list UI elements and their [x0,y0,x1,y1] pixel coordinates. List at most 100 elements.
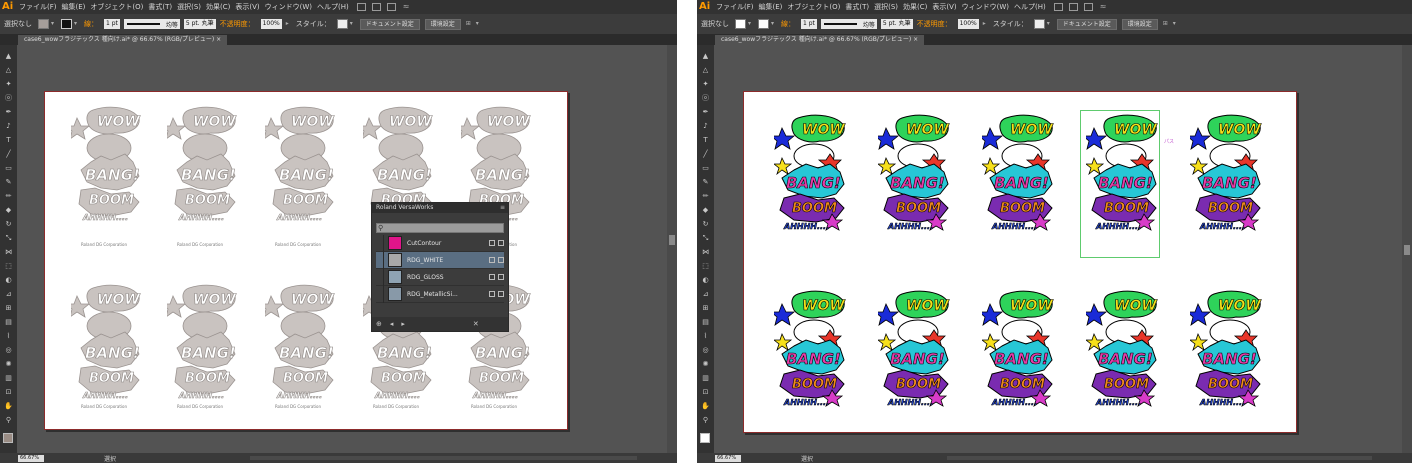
gpu-performance-icon[interactable]: ≈ [1100,3,1112,11]
wow-artwork[interactable] [982,114,1056,234]
menu-file[interactable]: ファイル(F) [19,2,57,12]
opacity-field[interactable]: 100% [957,19,979,29]
paintbrush-tool-icon[interactable]: ✎ [4,179,13,186]
graph-tool-icon[interactable]: ▥ [4,375,13,382]
menu-help[interactable]: ヘルプ(H) [1014,2,1046,12]
mesh-tool-icon[interactable]: ⊞ [701,305,710,312]
opacity-label[interactable]: 不透明度： [220,19,255,29]
opacity-label[interactable]: 不透明度： [917,19,952,29]
line-tool-icon[interactable]: ╱ [701,151,710,158]
hand-tool-icon[interactable]: ✋ [701,403,710,410]
wow-artwork[interactable] [774,290,848,410]
rotate-tool-icon[interactable]: ↻ [701,221,710,228]
wow-artwork[interactable] [982,290,1056,410]
blend-tool-icon[interactable]: ◎ [701,347,710,354]
width-tool-icon[interactable]: ⋈ [4,249,13,256]
fill-swatch[interactable] [735,19,746,29]
wow-artwork[interactable] [265,106,339,226]
zoom-field[interactable]: 66.67% [715,454,741,462]
document-setup-button[interactable]: ドキュメント設定 [359,18,420,30]
panel-search-input[interactable]: ⚲ [376,223,504,233]
magic-wand-tool-icon[interactable]: ✦ [701,81,710,88]
swatch-row-rdg-metallic[interactable]: RDG_MetallicSi... [376,285,504,303]
shape-builder-tool-icon[interactable]: ◐ [701,277,710,284]
perspective-grid-tool-icon[interactable]: ⊿ [4,291,13,298]
menu-effect[interactable]: 効果(C) [903,2,927,12]
graphic-style-swatch[interactable] [1033,19,1045,29]
stroke-swatch[interactable] [758,19,769,29]
swatch-row-cutcontour[interactable]: CutContour [376,234,504,252]
eraser-tool-icon[interactable]: ◆ [701,207,710,214]
chevron-left-icon[interactable]: ◂ [390,320,394,328]
bridge-icon[interactable] [1053,3,1063,11]
opacity-field[interactable]: 100% [260,19,282,29]
gpu-performance-icon[interactable]: ≈ [403,3,415,11]
menu-select[interactable]: 選択(S) [874,2,898,12]
scale-tool-icon[interactable]: ⤡ [4,235,13,242]
delete-icon[interactable]: ✕ [473,320,479,328]
direct-selection-tool-icon[interactable]: △ [701,67,710,74]
width-tool-icon[interactable]: ⋈ [701,249,710,256]
stroke-label[interactable]: 線： [781,19,795,29]
pen-tool-icon[interactable]: ✒ [4,109,13,116]
gradient-tool-icon[interactable]: ▤ [4,319,13,326]
type-tool-icon[interactable]: T [4,137,13,144]
menu-edit[interactable]: 編集(E) [759,2,783,12]
preferences-button[interactable]: 環境設定 [1121,18,1158,30]
visibility-toggle[interactable] [376,285,384,303]
wow-artwork[interactable] [1190,290,1264,410]
chevron-down-icon[interactable]: ▾ [1047,19,1053,29]
type-tool-icon[interactable]: T [701,137,710,144]
line-tool-icon[interactable]: ╱ [4,151,13,158]
selection-tool-icon[interactable]: ▲ [4,53,13,60]
menu-select[interactable]: 選択(S) [177,2,201,12]
rotate-tool-icon[interactable]: ↻ [4,221,13,228]
menu-window[interactable]: ウィンドウ(W) [962,2,1009,12]
menu-effect[interactable]: 効果(C) [206,2,230,12]
selection-bounding-box[interactable] [1080,110,1160,258]
shape-builder-tool-icon[interactable]: ◐ [4,277,13,284]
graph-tool-icon[interactable]: ▥ [701,375,710,382]
chevron-down-icon[interactable]: ▾ [51,19,57,29]
menu-object[interactable]: オブジェクト(O) [787,2,840,12]
vertical-scrollbar[interactable] [667,45,677,453]
arrange-documents-icon[interactable] [386,3,396,11]
arrange-icon[interactable]: ⊞ [466,19,472,29]
zoom-tool-icon[interactable]: ⚲ [701,417,710,424]
stock-icon[interactable] [1068,3,1078,11]
document-setup-button[interactable]: ドキュメント設定 [1056,18,1117,30]
document-tab[interactable]: case6_wowフラジテックス 種向け.ai* @ 66.67% (RGB/プ… [18,35,228,45]
artboard-tool-icon[interactable]: ⊡ [4,389,13,396]
rectangle-tool-icon[interactable]: ▭ [4,165,13,172]
wow-artwork[interactable] [774,114,848,234]
pencil-tool-icon[interactable]: ✏ [4,193,13,200]
chevron-down-icon[interactable]: ▾ [748,19,754,29]
chevron-right-icon[interactable]: ▸ [286,19,292,29]
mesh-tool-icon[interactable]: ⊞ [4,305,13,312]
magic-wand-tool-icon[interactable]: ✦ [4,81,13,88]
paintbrush-tool-icon[interactable]: ✎ [701,179,710,186]
close-icon[interactable]: × [913,36,918,43]
free-transform-tool-icon[interactable]: ⬚ [701,263,710,270]
horizontal-scrollbar[interactable] [250,456,637,460]
eyedropper-tool-icon[interactable]: ⌇ [4,333,13,340]
swatch-row-rdg-gloss[interactable]: RDG_GLOSS [376,268,504,286]
stroke-swatch[interactable] [61,19,72,29]
scale-tool-icon[interactable]: ⤡ [701,235,710,242]
horizontal-scrollbar[interactable] [947,456,1372,460]
wow-artwork[interactable] [1190,114,1264,234]
menu-help[interactable]: ヘルプ(H) [317,2,349,12]
stroke-weight-field[interactable]: 1 pt [104,19,120,29]
pen-tool-icon[interactable]: ✒ [701,109,710,116]
chevron-right-icon[interactable]: ▸ [401,320,405,328]
menu-object[interactable]: オブジェクト(O) [90,2,143,12]
menu-view[interactable]: 表示(V) [932,2,956,12]
eraser-tool-icon[interactable]: ◆ [4,207,13,214]
chevron-down-icon[interactable]: ▾ [476,19,482,29]
wow-artwork[interactable] [878,114,952,234]
wow-artwork[interactable] [167,106,241,226]
menu-edit[interactable]: 編集(E) [62,2,86,12]
wow-artwork[interactable] [71,106,145,226]
scroll-thumb[interactable] [1404,245,1410,255]
chevron-down-icon[interactable]: ▾ [771,19,777,29]
